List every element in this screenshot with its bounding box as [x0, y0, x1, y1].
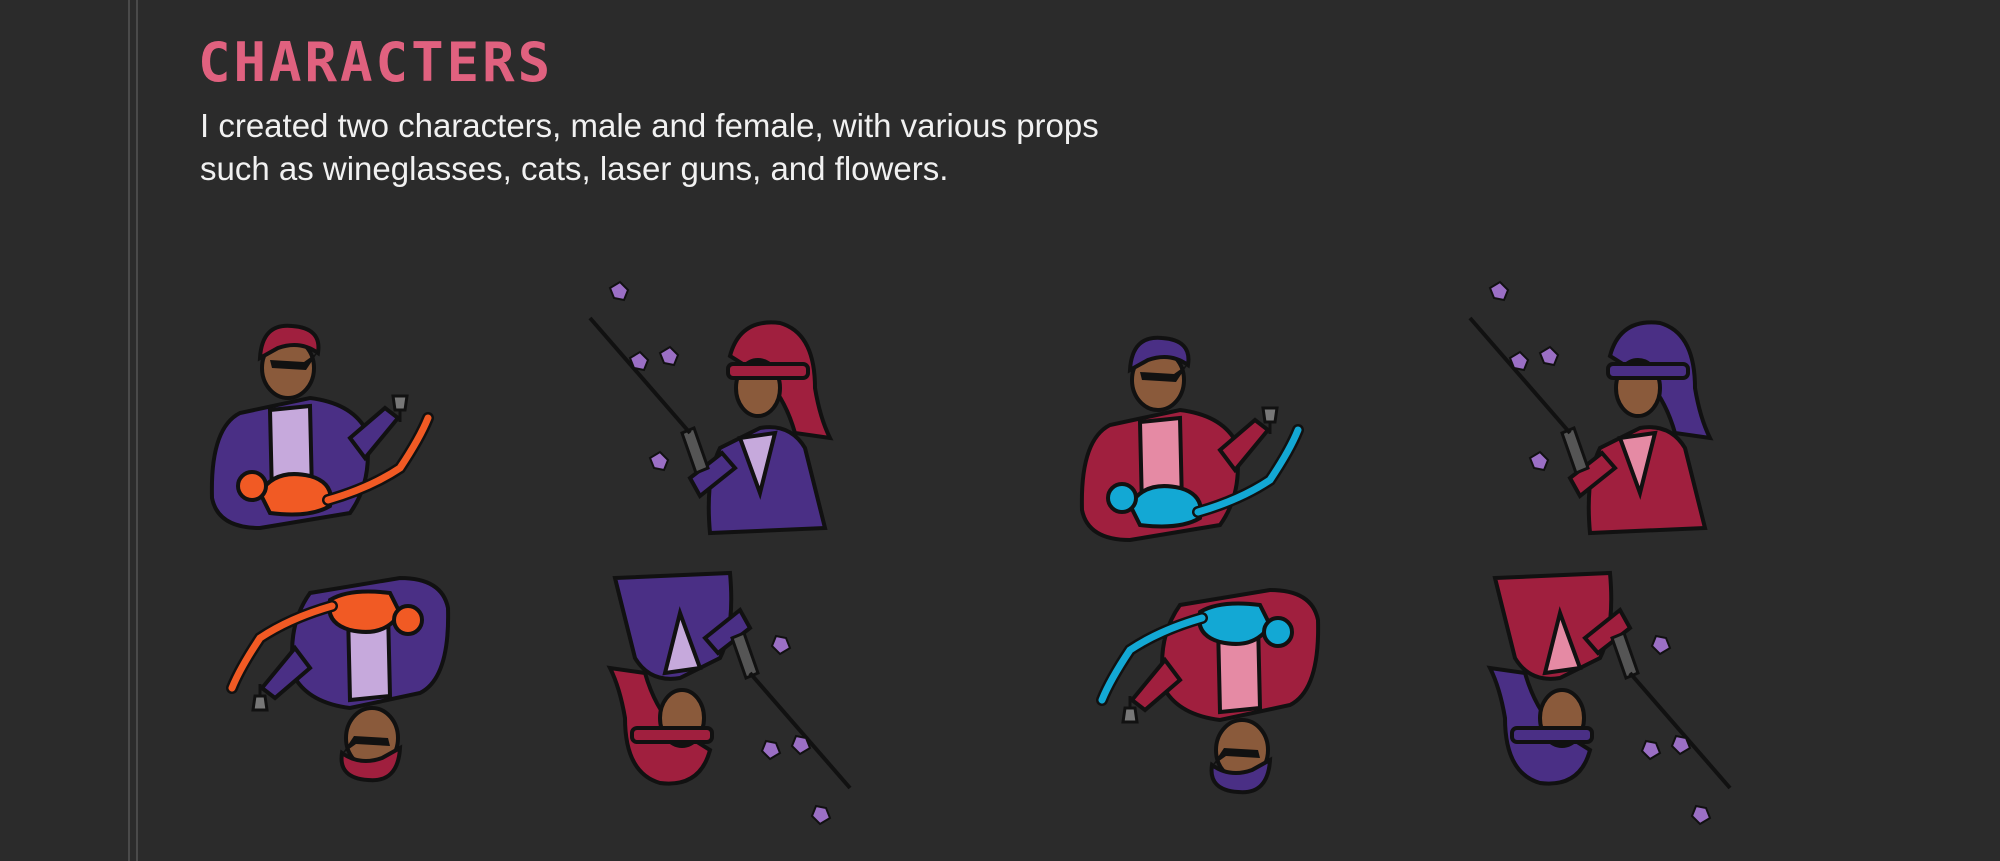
cat-body — [257, 472, 333, 517]
guide-line-left — [128, 0, 130, 861]
cat-head — [392, 604, 424, 636]
female-upper-half — [1468, 280, 1714, 536]
laser-beam — [1468, 316, 1572, 435]
laser-gun-icon — [730, 631, 760, 680]
character-illustration — [588, 280, 852, 826]
guide-line-right — [136, 0, 138, 861]
character-illustration — [209, 323, 451, 783]
female-lower-half — [606, 570, 852, 826]
male-lower-half — [226, 575, 451, 783]
laser-gun-icon — [1560, 426, 1590, 475]
flower-icon — [648, 450, 670, 472]
cat-body — [327, 589, 403, 634]
character-card-4 — [1468, 280, 1732, 826]
character-card-3 — [1070, 330, 1330, 800]
visor — [1606, 362, 1690, 380]
character-illustration — [1079, 335, 1321, 795]
flower-icon — [1640, 739, 1662, 761]
flower-icon — [1690, 804, 1712, 826]
wineglass-icon — [1121, 706, 1139, 724]
flower-icon — [608, 280, 630, 302]
cat-head — [1262, 616, 1294, 648]
cat-body — [1127, 484, 1203, 529]
character-illustration — [1468, 280, 1732, 826]
character-card-2 — [588, 280, 852, 826]
female-lower-half — [1486, 570, 1732, 826]
female-upper-half — [588, 280, 834, 536]
visor — [1510, 726, 1594, 744]
section-description: I created two characters, male and femal… — [200, 107, 1099, 187]
flower-icon — [760, 739, 782, 761]
wineglass-icon — [391, 394, 409, 412]
laser-beam — [1628, 671, 1732, 790]
wineglass-icon — [1261, 406, 1279, 424]
flower-icon — [628, 350, 650, 372]
flower-icon — [1488, 280, 1510, 302]
visor — [630, 726, 714, 744]
flower-icon — [770, 634, 792, 656]
flower-icon — [1650, 634, 1672, 656]
section-title: CHARACTERS — [198, 31, 554, 94]
cat-head — [1106, 482, 1138, 514]
male-upper-half — [1079, 335, 1304, 543]
male-upper-half — [209, 323, 434, 531]
flower-icon — [658, 345, 680, 367]
flower-icon — [790, 734, 812, 756]
male-lower-half — [1096, 587, 1321, 795]
flower-icon — [1528, 450, 1550, 472]
laser-beam — [588, 316, 692, 435]
flower-icon — [810, 804, 832, 826]
flower-icon — [1670, 734, 1692, 756]
laser-gun-icon — [1610, 631, 1640, 680]
flower-icon — [1538, 345, 1560, 367]
cat-body — [1197, 601, 1273, 646]
visor — [726, 362, 810, 380]
laser-beam — [748, 671, 852, 790]
flower-icon — [1508, 350, 1530, 372]
character-card-1 — [200, 318, 460, 788]
cat-head — [236, 470, 268, 502]
laser-gun-icon — [680, 426, 710, 475]
wineglass-icon — [251, 694, 269, 712]
